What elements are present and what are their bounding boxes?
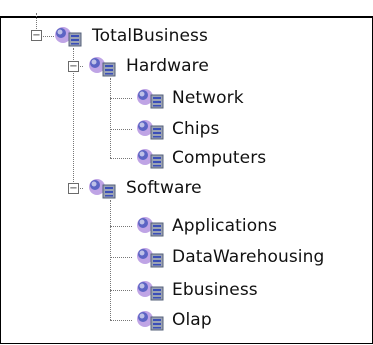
tree-node-chips[interactable]: Chips (134, 116, 220, 142)
database-cube-icon (134, 214, 168, 238)
tree-node-network[interactable]: Network (134, 85, 244, 111)
tree-node-computers[interactable]: Computers (134, 145, 266, 171)
tree-node-software[interactable]: Software (86, 175, 202, 201)
tree-node-label: Computers (172, 148, 267, 168)
tree-connector (110, 78, 111, 158)
database-cube-icon (134, 117, 168, 141)
database-cube-icon (86, 176, 120, 200)
tree-node-label: TotalBusiness (92, 26, 208, 46)
tree-node-ebusiness[interactable]: Ebusiness (134, 277, 258, 303)
collapse-toggle-icon[interactable]: − (31, 30, 42, 41)
collapse-toggle-icon[interactable]: − (68, 61, 79, 72)
tree-connector (110, 320, 132, 321)
tree-node-label: Network (172, 88, 244, 108)
tree-node-applications[interactable]: Applications (134, 213, 277, 239)
tree-node-label: Applications (172, 216, 278, 236)
dimension-tree: − − − TotalBusiness Hardware Network Chi… (0, 0, 373, 345)
tree-connector (110, 257, 132, 258)
tree-node-label: Chips (172, 119, 220, 139)
tree-connector (110, 226, 132, 227)
collapse-toggle-icon[interactable]: − (68, 183, 79, 194)
tree-node-datawarehousing[interactable]: DataWarehousing (134, 244, 324, 270)
tree-node-label: DataWarehousing (172, 247, 325, 267)
tree-node-label: Ebusiness (172, 280, 258, 300)
tree-node-hardware[interactable]: Hardware (86, 53, 209, 79)
tree-node-olap[interactable]: Olap (134, 307, 212, 333)
tree-node-totalbusiness[interactable]: TotalBusiness (52, 23, 208, 49)
tree-node-label: Software (126, 178, 202, 198)
database-cube-icon (86, 54, 120, 78)
tree-connector (110, 200, 111, 320)
tree-connector (110, 158, 132, 159)
database-cube-icon (134, 278, 168, 302)
tree-connector (110, 129, 132, 130)
tree-node-label: Olap (172, 310, 212, 330)
database-cube-icon (134, 245, 168, 269)
database-cube-icon (52, 24, 86, 48)
tree-connector (110, 290, 132, 291)
tree-node-label: Hardware (126, 56, 209, 76)
database-cube-icon (134, 146, 168, 170)
database-cube-icon (134, 308, 168, 332)
tree-connector (110, 98, 132, 99)
database-cube-icon (134, 86, 168, 110)
